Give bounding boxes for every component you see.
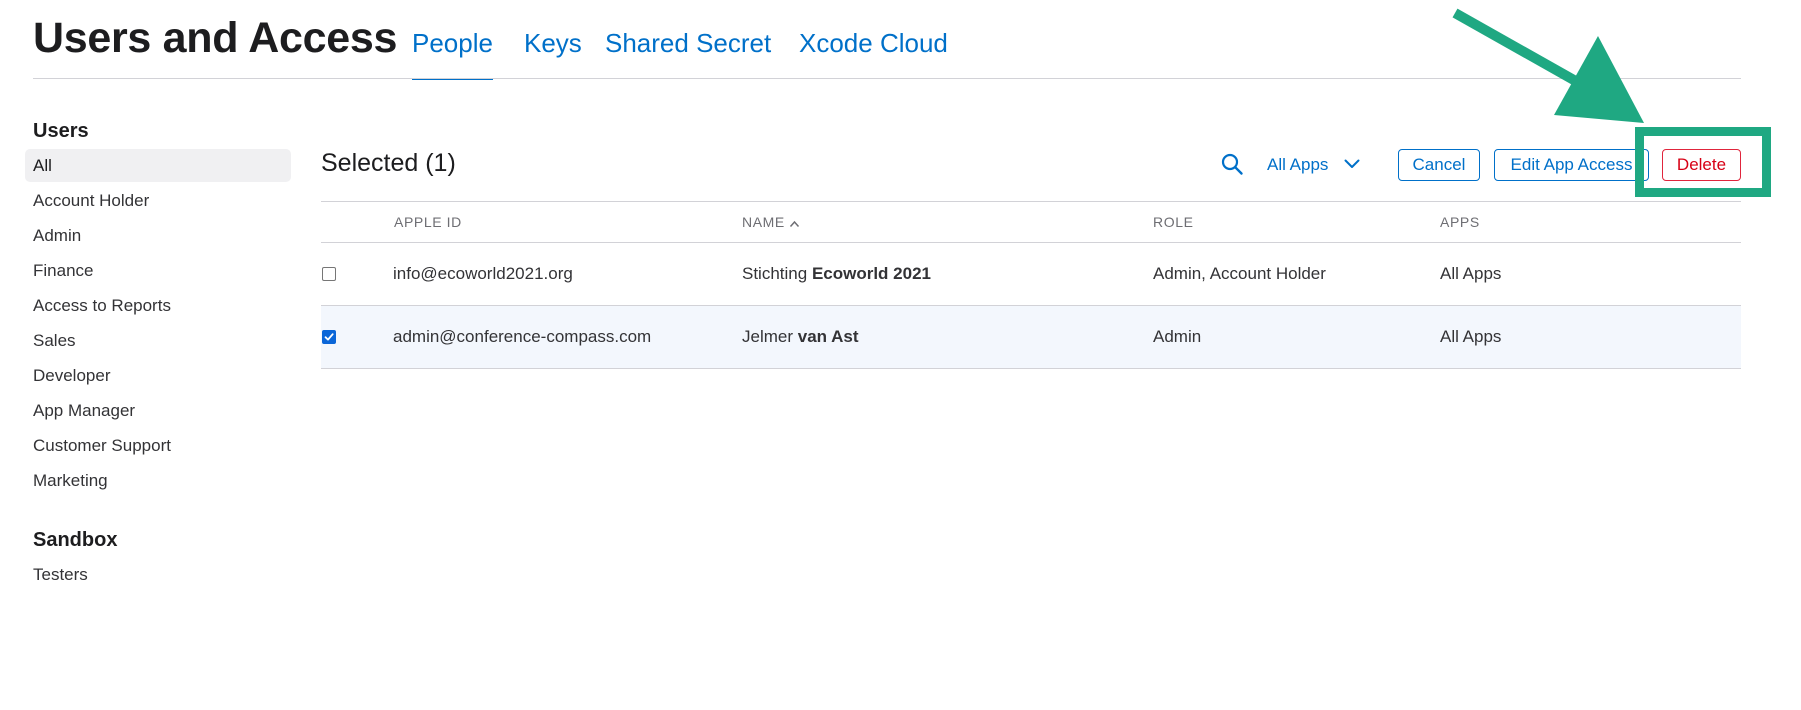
sidebar-item-marketing[interactable]: Marketing: [25, 464, 291, 497]
cell-apps: All Apps: [1440, 264, 1502, 283]
apps-filter-label: All Apps: [1267, 155, 1329, 174]
sidebar-item-account-holder[interactable]: Account Holder: [25, 184, 291, 217]
table-bottom-divider: [321, 368, 1741, 369]
cell-role: Admin: [1153, 327, 1202, 346]
sidebar-item-customer-support[interactable]: Customer Support: [25, 429, 291, 462]
sidebar-item-sales[interactable]: Sales: [25, 324, 291, 357]
search-icon[interactable]: [1220, 152, 1246, 178]
tab-shared-secret[interactable]: Shared Secret: [605, 28, 771, 59]
tab-people[interactable]: People: [412, 28, 493, 80]
apps-filter-dropdown[interactable]: All Apps: [1267, 152, 1360, 178]
cell-name: Jelmer van Ast: [742, 306, 859, 368]
sort-ascending-icon: [789, 215, 800, 231]
cell-name-last: Ecoworld 2021: [811, 264, 931, 283]
sidebar-item-developer[interactable]: Developer: [25, 359, 291, 392]
column-header-apple-id[interactable]: APPLE ID: [394, 214, 462, 230]
annotation-arrow-icon: [1452, 8, 1644, 123]
cell-name-last: van Ast: [797, 327, 859, 346]
sidebar-heading-users: Users: [33, 120, 89, 142]
cell-role: Admin, Account Holder: [1153, 264, 1326, 283]
page-title: Users and Access: [33, 14, 398, 62]
annotation-highlight-box: [1635, 127, 1771, 197]
selection-count-title: Selected (1): [321, 149, 456, 177]
sidebar-heading-sandbox: Sandbox: [33, 529, 118, 551]
tab-keys[interactable]: Keys: [524, 28, 582, 59]
chevron-down-icon: [1344, 156, 1360, 174]
sidebar-item-access-to-reports[interactable]: Access to Reports: [25, 289, 291, 322]
edit-app-access-button[interactable]: Edit App Access: [1494, 149, 1649, 181]
page: Users and Access People Keys Shared Secr…: [0, 0, 1801, 710]
cell-name: Stichting Ecoworld 2021: [742, 243, 931, 305]
tab-xcode-cloud[interactable]: Xcode Cloud: [799, 28, 948, 59]
row-checkbox[interactable]: [322, 267, 336, 281]
sidebar-item-finance[interactable]: Finance: [25, 254, 291, 287]
column-header-name-label: NAME: [742, 214, 785, 230]
cancel-button[interactable]: Cancel: [1398, 149, 1480, 181]
table-top-divider: [321, 201, 1741, 202]
column-header-apps[interactable]: APPS: [1440, 214, 1480, 230]
cell-apps: All Apps: [1440, 327, 1502, 346]
column-header-name[interactable]: NAME: [742, 214, 800, 231]
sidebar-item-all[interactable]: All: [25, 149, 291, 182]
sidebar-item-admin[interactable]: Admin: [25, 219, 291, 252]
table-row[interactable]: admin@conference-compass.com Jelmer van …: [321, 306, 1741, 368]
table-row[interactable]: info@ecoworld2021.org Stichting Ecoworld…: [321, 243, 1741, 305]
column-header-role[interactable]: ROLE: [1153, 214, 1194, 230]
cell-name-first: Jelmer: [742, 327, 794, 346]
cell-name-first: Stichting: [742, 264, 808, 283]
sidebar-item-app-manager[interactable]: App Manager: [25, 394, 291, 427]
row-checkbox[interactable]: [322, 330, 336, 344]
sidebar-item-testers[interactable]: Testers: [25, 558, 291, 591]
cell-apple-id: info@ecoworld2021.org: [393, 264, 573, 283]
cell-apple-id: admin@conference-compass.com: [393, 327, 652, 346]
